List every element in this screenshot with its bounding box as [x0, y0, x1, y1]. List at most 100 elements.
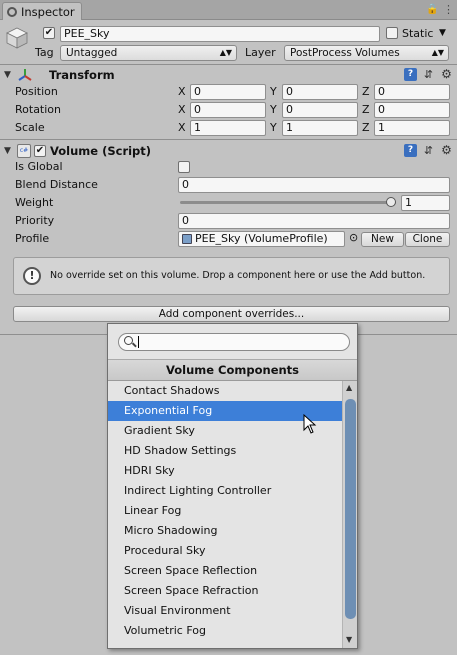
component-search-input[interactable]	[118, 333, 350, 351]
position-label: Position	[15, 85, 58, 98]
position-y-field[interactable]: 0	[282, 84, 358, 100]
help-icon[interactable]: ?	[404, 144, 417, 157]
priority-field[interactable]: 0	[178, 213, 450, 229]
component-list-item[interactable]: Visual Environment	[108, 601, 342, 621]
divider	[0, 139, 457, 140]
gameobject-name-field[interactable]: PEE_Sky	[60, 26, 380, 42]
axis-y-label: Y	[270, 103, 277, 116]
component-list-item[interactable]: Volumetric Fog	[108, 621, 342, 641]
presets-icon[interactable]: ⇵	[422, 144, 435, 157]
layer-dropdown[interactable]: PostProcess Volumes ▲▼	[284, 45, 449, 61]
component-list-item[interactable]: Screen Space Reflection	[108, 561, 342, 581]
tab-inspector-label: Inspector	[21, 4, 75, 19]
volume-components-popup: Volume Components Contact Shadows Exponen…	[107, 323, 358, 649]
volume-profile-icon	[182, 234, 192, 244]
new-profile-button[interactable]: New	[361, 232, 404, 247]
priority-label: Priority	[15, 214, 55, 227]
transform-foldout-icon[interactable]: ▼	[4, 70, 11, 80]
static-dropdown-arrow-icon[interactable]: ▼	[439, 28, 446, 38]
rotation-y-field[interactable]: 0	[282, 102, 358, 118]
transform-axes-icon	[17, 67, 33, 83]
scrollbar-thumb[interactable]	[345, 399, 356, 619]
volume-enabled-checkbox[interactable]: ✔	[34, 145, 46, 157]
checkmark-icon: ✔	[44, 27, 54, 38]
add-component-overrides-button[interactable]: Add component overrides...	[13, 306, 450, 322]
scroll-down-arrow-icon[interactable]: ▼	[346, 635, 352, 644]
search-icon	[124, 336, 133, 345]
weight-slider[interactable]	[180, 196, 396, 210]
rotation-label: Rotation	[15, 103, 62, 116]
weight-field[interactable]: 1	[401, 195, 450, 211]
gear-icon[interactable]: ⚙	[440, 144, 453, 157]
dropdown-arrow-icon: ▲▼	[219, 48, 232, 57]
gameobject-cube-icon	[5, 26, 29, 50]
tag-dropdown[interactable]: Untagged ▲▼	[60, 45, 237, 61]
weight-slider-track	[180, 201, 396, 204]
component-list-item[interactable]: HD Shadow Settings	[108, 441, 342, 461]
component-list-item[interactable]: Procedural Sky	[108, 541, 342, 561]
script-icon: c#	[17, 144, 31, 158]
component-list-scrollbar[interactable]: ▲ ▼	[342, 381, 357, 648]
layer-dropdown-value: PostProcess Volumes	[290, 47, 400, 59]
tab-inspector[interactable]: Inspector	[2, 2, 82, 20]
weight-label: Weight	[15, 196, 54, 209]
transform-header-icons: ? ⇵ ⚙	[404, 68, 453, 81]
clone-profile-button[interactable]: Clone	[405, 232, 450, 247]
axis-x-label: X	[178, 121, 186, 134]
position-x-field[interactable]: 0	[190, 84, 266, 100]
rotation-x-field[interactable]: 0	[190, 102, 266, 118]
help-icon[interactable]: ?	[404, 68, 417, 81]
component-list-item[interactable]: HDRI Sky	[108, 461, 342, 481]
position-z-field[interactable]: 0	[374, 84, 450, 100]
popup-title: Volume Components	[108, 359, 357, 381]
mouse-cursor-icon	[303, 413, 317, 437]
axis-x-label: X	[178, 85, 186, 98]
lock-icon[interactable]: 🔒	[426, 4, 438, 15]
transform-title: Transform	[49, 68, 115, 82]
object-picker-icon[interactable]: ⊙	[349, 231, 358, 244]
text-caret	[138, 336, 139, 348]
info-circle-icon	[7, 6, 17, 17]
checkmark-icon: ✔	[35, 145, 45, 156]
scale-z-field[interactable]: 1	[374, 120, 450, 136]
inspector-tab-bar: Inspector 🔒 ⋮	[0, 0, 457, 20]
window-menu-icon[interactable]: ⋮	[443, 3, 454, 16]
profile-label: Profile	[15, 232, 50, 245]
help-message: No override set on this volume. Drop a c…	[50, 270, 426, 281]
layer-label: Layer	[245, 46, 276, 59]
profile-object-field[interactable]: PEE_Sky (VolumeProfile)	[178, 231, 345, 247]
blend-distance-field[interactable]: 0	[178, 177, 450, 193]
axis-z-label: Z	[362, 103, 370, 116]
scale-y-field[interactable]: 1	[282, 120, 358, 136]
axis-z-label: Z	[362, 121, 370, 134]
help-box: ! No override set on this volume. Drop a…	[13, 257, 450, 295]
is-global-checkbox[interactable]	[178, 161, 190, 173]
gear-icon[interactable]: ⚙	[440, 68, 453, 81]
component-list-item[interactable]: Contact Shadows	[108, 381, 342, 401]
component-list-item[interactable]: Screen Space Refraction	[108, 581, 342, 601]
weight-slider-thumb[interactable]	[386, 197, 396, 207]
scale-label: Scale	[15, 121, 45, 134]
static-checkbox[interactable]	[386, 27, 398, 39]
is-global-label: Is Global	[15, 160, 63, 173]
divider	[0, 64, 457, 65]
component-list-item[interactable]: Indirect Lighting Controller	[108, 481, 342, 501]
volume-header-icons: ? ⇵ ⚙	[404, 144, 453, 157]
info-icon: !	[23, 267, 41, 285]
rotation-z-field[interactable]: 0	[374, 102, 450, 118]
tag-dropdown-value: Untagged	[66, 47, 118, 59]
volume-title: Volume (Script)	[50, 144, 152, 158]
volume-foldout-icon[interactable]: ▼	[4, 146, 11, 156]
profile-value: PEE_Sky (VolumeProfile)	[195, 232, 328, 245]
axis-y-label: Y	[270, 121, 277, 134]
axis-y-label: Y	[270, 85, 277, 98]
gameobject-active-checkbox[interactable]: ✔	[43, 27, 55, 39]
presets-icon[interactable]: ⇵	[422, 68, 435, 81]
static-label: Static	[402, 27, 434, 40]
scroll-up-arrow-icon[interactable]: ▲	[346, 383, 352, 392]
component-list-item[interactable]: Micro Shadowing	[108, 521, 342, 541]
tag-label: Tag	[35, 46, 54, 59]
blend-distance-label: Blend Distance	[15, 178, 98, 191]
component-list-item[interactable]: Linear Fog	[108, 501, 342, 521]
scale-x-field[interactable]: 1	[190, 120, 266, 136]
